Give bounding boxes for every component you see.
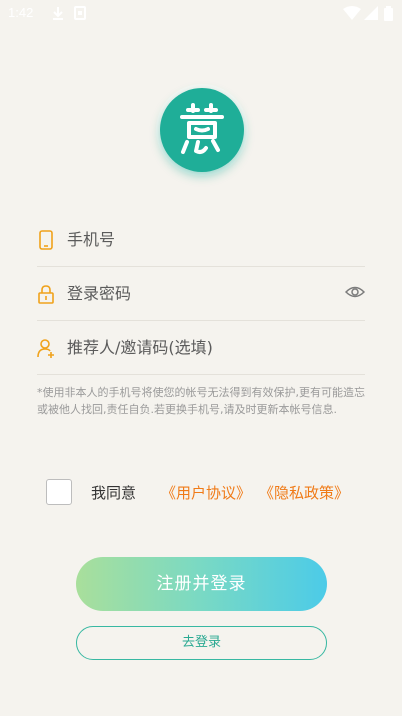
- go-login-button[interactable]: 去登录: [76, 626, 327, 660]
- agree-label: 我同意: [91, 484, 137, 502]
- app-logo: [160, 88, 244, 172]
- register-screen: 1:42 手机号 推荐人/邀请码(选填) *使用非本人的手机号将使您的帐号无法得…: [0, 0, 402, 716]
- phone-row: [37, 212, 365, 267]
- status-bar: 1:42: [0, 0, 402, 26]
- agree-checkbox[interactable]: [46, 479, 72, 505]
- referral-input[interactable]: [67, 334, 337, 360]
- phone-input[interactable]: [67, 226, 337, 252]
- scrollbar: [396, 0, 400, 640]
- lock-icon: [37, 284, 55, 304]
- download-icon: [52, 6, 64, 24]
- phone-icon: [37, 230, 55, 250]
- phone-notice-text: *使用非本人的手机号将使您的帐号无法得到有效保护,更有可能造忘或被他人找回,责任…: [37, 386, 365, 416]
- sim-icon: [74, 6, 86, 24]
- user-agreement-link[interactable]: 《用户协议》: [161, 482, 251, 503]
- battery-icon: [384, 6, 393, 25]
- user-add-icon: [37, 338, 55, 358]
- privacy-policy-link[interactable]: 《隐私政策》: [259, 482, 349, 503]
- referral-row: [37, 320, 365, 375]
- password-row: [37, 266, 366, 321]
- logo-glyph-icon: [180, 103, 224, 154]
- register-button[interactable]: 注册并登录: [76, 557, 327, 611]
- signal-icon: [364, 6, 378, 24]
- wifi-icon: [343, 6, 361, 24]
- password-input[interactable]: [67, 280, 337, 306]
- eye-icon[interactable]: [344, 283, 366, 301]
- status-time: 1:42: [8, 5, 34, 20]
